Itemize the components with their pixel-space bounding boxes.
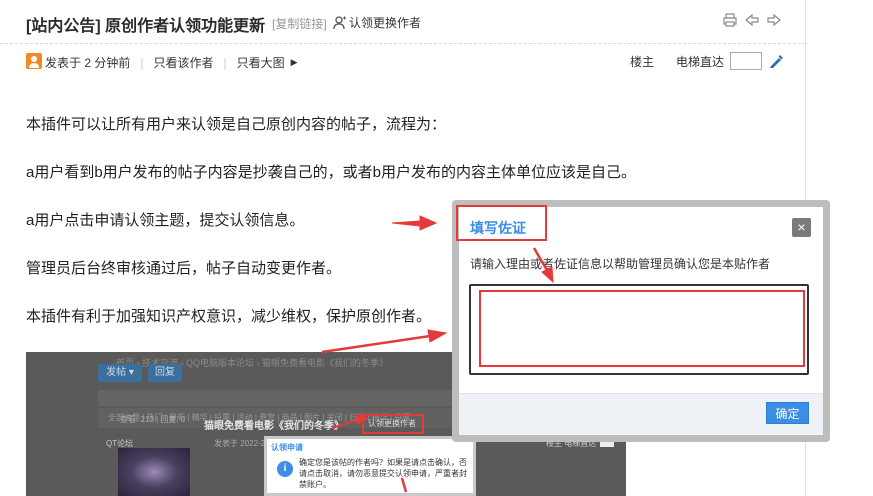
post-meta-links: 发表于 2 分钟前 | 只看该作者 | 只看大图 ▶ <box>45 54 298 71</box>
embedded-reply-button: 回复 <box>148 364 182 382</box>
caret-right-icon[interactable]: ▶ <box>291 57 298 68</box>
print-icon[interactable] <box>722 12 738 28</box>
close-button[interactable]: × <box>792 218 811 237</box>
divider: | <box>223 55 227 70</box>
claim-author-link[interactable]: 认领更换作者 <box>333 14 421 31</box>
embedded-avatar-image <box>118 448 190 496</box>
embedded-dialog-text: 确定您是该帖的作者吗？如果是请点击确认，否请点击取消，请勿恶意提交认领申请，严重… <box>299 458 467 489</box>
reason-input[interactable] <box>469 284 809 375</box>
info-icon: i <box>277 461 293 477</box>
post-title: [站内公告] 原创作者认领功能更新 <box>26 18 266 35</box>
embedded-view-count: 查看: 213 | 回复: 0 <box>120 415 186 424</box>
embedded-post-title: 猫眼免费看电影《我们的冬季》 <box>204 421 344 432</box>
post-meta-bar: 发表于 2 分钟前 | 只看该作者 | 只看大图 ▶ 楼主 电梯直达 <box>0 46 806 76</box>
avatar-icon <box>26 53 42 69</box>
content-paragraph: 本插件可以让所有用户来认领是自己原创内容的帖子，流程为： <box>26 116 447 133</box>
title-annotation-box <box>456 205 547 241</box>
prev-arrow-icon[interactable] <box>744 12 760 28</box>
only-author-link[interactable]: 只看该作者 <box>153 54 213 71</box>
dialog-description: 请输入理由或者佐证信息以帮助管理员确认您是本贴作者 <box>470 257 771 271</box>
title-actions <box>722 12 782 28</box>
floor-nav: 楼主 电梯直达 <box>630 52 784 70</box>
embedded-claim-dialog: 认领申请 i 确定您是该帖的作者吗？如果是请点击确认，否请点击取消，请勿恶意提交… <box>264 436 476 496</box>
embedded-dialog-title: 认领申请 <box>271 443 303 452</box>
jump-label: 电梯直达 <box>675 54 724 69</box>
next-arrow-icon[interactable] <box>766 12 782 28</box>
copy-link[interactable]: [复制链接] <box>272 15 327 32</box>
floor-label: 楼主 <box>629 54 654 69</box>
confirm-button[interactable]: 确定 <box>766 402 809 424</box>
claim-author-label: 认领更换作者 <box>349 16 422 30</box>
divider: | <box>140 55 144 70</box>
user-icon <box>333 15 346 29</box>
jump-pen-icon[interactable] <box>768 53 784 69</box>
post-title-bar: [站内公告] 原创作者认领功能更新 [复制链接] 认领更换作者 <box>0 0 806 44</box>
only-images-link[interactable]: 只看大图 <box>237 54 285 71</box>
floor-jump-input[interactable] <box>730 52 762 70</box>
post-time: 发表于 2 分钟前 <box>45 56 131 70</box>
embedded-post-button: 发帖 ▾ <box>98 364 142 382</box>
embedded-claim-highlight: 认领更换作者 <box>362 414 424 434</box>
